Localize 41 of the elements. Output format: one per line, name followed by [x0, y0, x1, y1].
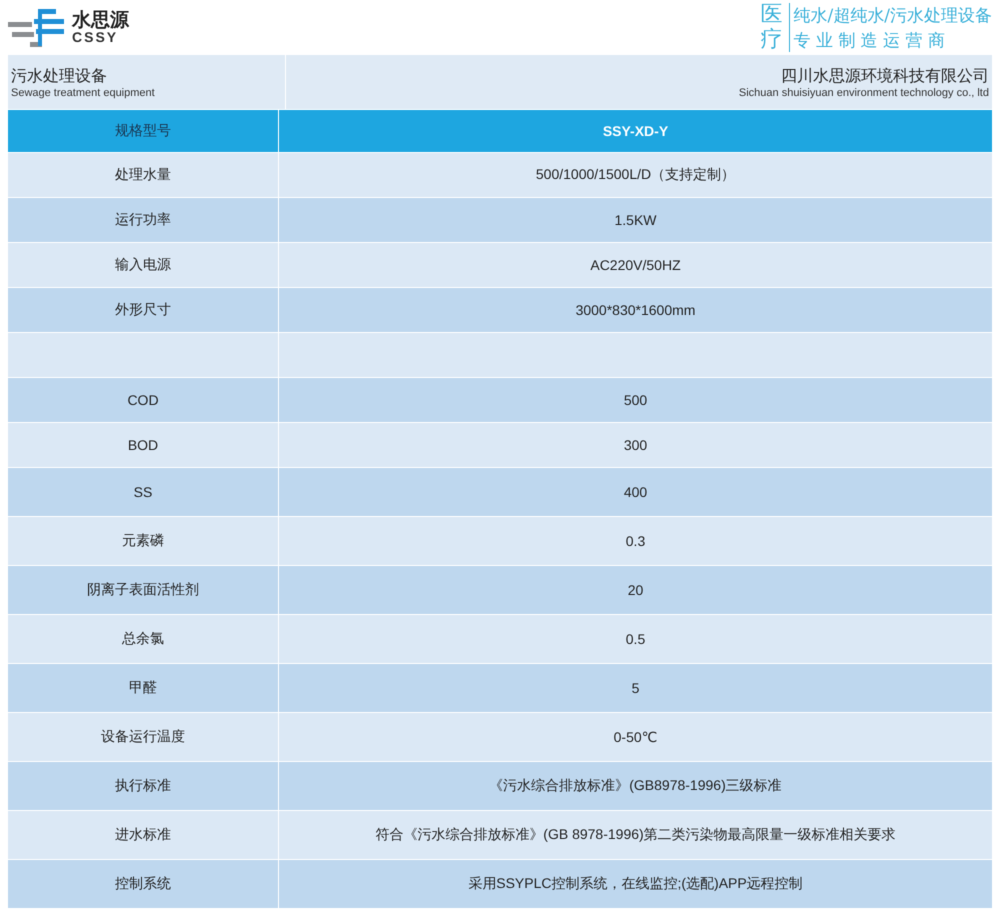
- logo-latin: CSSY: [72, 30, 120, 44]
- spec-label: COD: [127, 392, 159, 408]
- spec-label: 总余氯: [122, 630, 164, 648]
- spec-value: 0-50℃: [614, 728, 658, 746]
- spec-value: 20: [628, 582, 644, 598]
- slogan-line: 专 业 制 造 运 营 商: [794, 30, 946, 52]
- spec-label: SS: [134, 484, 152, 500]
- spec-value: 采用SSYPLC控制系统，在线监控;(选配)APP远程控制: [468, 875, 803, 893]
- spec-value: 500: [624, 392, 648, 408]
- spec-label: BOD: [128, 437, 158, 453]
- spec-value: 1.5KW: [614, 212, 656, 228]
- spec-label: 元素磷: [122, 532, 164, 550]
- logo-name: 水思源: [72, 11, 129, 30]
- spec-value: 0.3: [626, 533, 646, 549]
- spec-label: 甲醛: [129, 679, 157, 697]
- spec-value: 3000*830*1600mm: [576, 302, 696, 318]
- spec-value: 300: [624, 437, 648, 453]
- spec-value: AC220V/50HZ: [590, 257, 681, 273]
- spec-value: 500/1000/1500L/D（支持定制）: [536, 166, 736, 184]
- spec-label: 外形尺寸: [115, 301, 171, 319]
- spec-value: 0.5: [626, 631, 646, 647]
- spec-value: 符合《污水综合排放标准》(GB 8978-1996)第二类污染物最高限量一级标准相关要求: [375, 826, 896, 844]
- product-name-english: Sewage treatment equipment: [11, 86, 155, 98]
- spec-value: 5: [632, 680, 640, 696]
- spec-value: 400: [624, 484, 648, 500]
- header-label: 规格型号: [114, 121, 172, 140]
- slogan-line: 纯水/超纯水/污水处理设备: [794, 4, 992, 26]
- header-value: SSY-XD-Y: [602, 123, 668, 139]
- product-name: 污水处理设备: [11, 66, 107, 86]
- company-name-english: Sichuan shuisiyuan environment technology co., ltd: [738, 86, 989, 98]
- spec-label: 执行标准: [115, 777, 171, 795]
- spec-label: 输入电源: [115, 256, 171, 274]
- slogan-mark: 医疗: [760, 3, 790, 52]
- spec-value: 《污水综合排放标准》(GB8978-1996)三级标准: [489, 777, 782, 795]
- spec-label: 阴离子表面活性剂: [87, 581, 199, 599]
- spec-label: 设备运行温度: [101, 728, 185, 746]
- spec-label: 进水标准: [115, 826, 171, 844]
- spec-label: 处理水量: [115, 166, 171, 184]
- company-name: 四川水思源环境科技有限公司: [781, 66, 989, 86]
- spec-label: 控制系统: [115, 875, 171, 893]
- spec-label: 运行功率: [115, 211, 171, 229]
